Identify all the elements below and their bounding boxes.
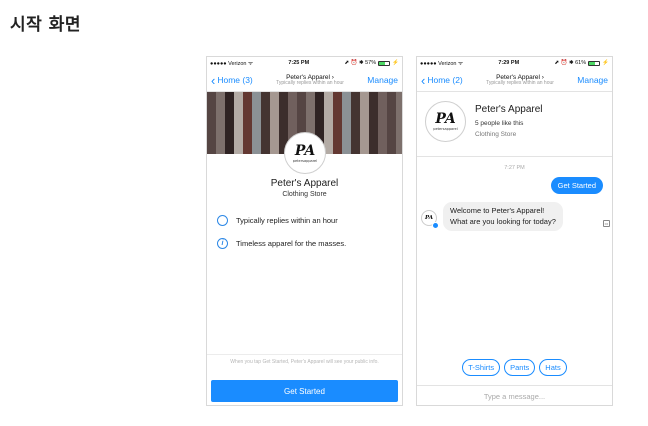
chevron-left-icon: ‹ — [211, 72, 216, 88]
status-time: 7:29 PM — [498, 60, 520, 66]
phone-screen-intro: ●●●●● Verizon ᯤ 7:25 PM ⬈ ⏰ ✱ 57% ⚡ ‹ Ho… — [206, 56, 403, 406]
info-text: Timeless apparel for the masses. — [236, 239, 347, 248]
quick-reply-pants[interactable]: Pants — [504, 359, 536, 376]
quick-reply-hats[interactable]: Hats — [539, 359, 567, 376]
nav-bar: ‹ Home (3) Peter's Apparel › Typically r… — [207, 69, 402, 92]
info-row-response-time: Typically replies within an hour — [217, 215, 338, 226]
carrier-label: ●●●●● Verizon ᯤ — [210, 61, 254, 67]
nav-title-subtitle: Typically replies within an hour — [486, 79, 554, 86]
info-row-about: i Timeless apparel for the masses. — [217, 238, 346, 249]
message-timestamp: 7:27 PM — [504, 165, 525, 171]
cover-shirt — [333, 92, 342, 154]
brand-logo: PA petersapparel — [284, 132, 326, 174]
cover-shirt — [378, 92, 387, 154]
battery-icon — [378, 60, 391, 66]
chevron-left-icon: ‹ — [421, 72, 426, 88]
cover-shirt — [387, 92, 396, 154]
nav-title[interactable]: Peter's Apparel › Typically replies with… — [486, 74, 554, 87]
brand-logo-mark: PA — [294, 142, 316, 159]
status-bar: ●●●●● Verizon ᯤ 7:29 PM ⬈ ⏰ ✱ 61% ⚡ — [417, 57, 612, 69]
profile-name: Peter's Apparel — [475, 104, 543, 115]
back-label: Home (3) — [217, 75, 253, 85]
status-extras: ⬈ ⏰ ✱ 57% — [344, 60, 377, 66]
cover-shirt — [270, 92, 279, 154]
cover-shirt — [324, 92, 333, 154]
status-bar: ●●●●● Verizon ᯤ 7:25 PM ⬈ ⏰ ✱ 57% ⚡ — [207, 57, 402, 69]
carrier-label: ●●●●● Verizon ᯤ — [420, 61, 464, 67]
outgoing-message: Get Started — [550, 177, 603, 194]
charging-icon: ⚡ — [602, 60, 609, 66]
cover-shirt — [216, 92, 225, 154]
manage-button[interactable]: Manage — [367, 75, 398, 85]
cover-shirt — [252, 92, 261, 154]
charging-icon: ⚡ — [392, 60, 399, 66]
share-icon[interactable]: ▭ — [603, 220, 610, 227]
cover-shirt — [369, 92, 378, 154]
incoming-line: Welcome to Peter's Apparel! — [450, 206, 545, 215]
brand-category: Clothing Store — [282, 191, 327, 198]
nav-title[interactable]: Peter's Apparel › Typically replies with… — [276, 74, 344, 87]
get-started-button[interactable]: Get Started — [211, 380, 398, 402]
nav-title-subtitle: Typically replies within an hour — [276, 79, 344, 86]
messenger-badge-icon — [432, 222, 439, 229]
message-input[interactable]: Type a message... — [417, 385, 612, 405]
incoming-line: What are you looking for today? — [450, 216, 556, 226]
page-heading: 시작 화면 — [10, 15, 81, 35]
cover-shirt — [225, 92, 234, 154]
info-text: Typically replies within an hour — [236, 216, 338, 225]
status-extras: ⬈ ⏰ ✱ 61% — [554, 60, 587, 66]
manage-button[interactable]: Manage — [577, 75, 608, 85]
cover-shirt — [207, 92, 216, 154]
quick-replies: T-Shirts Pants Hats — [417, 359, 612, 376]
quick-reply-tshirts[interactable]: T-Shirts — [462, 359, 501, 376]
battery-icon — [588, 60, 601, 66]
back-button[interactable]: ‹ Home (3) — [211, 74, 253, 87]
back-button[interactable]: ‹ Home (2) — [421, 74, 463, 87]
phone-screen-conversation: ●●●●● Verizon ᯤ 7:29 PM ⬈ ⏰ ✱ 61% ⚡ ‹ Ho… — [416, 56, 613, 406]
brand-name: Peter's Apparel — [270, 178, 339, 189]
cover-shirt — [351, 92, 360, 154]
cover-shirt — [360, 92, 369, 154]
cover-shirt — [261, 92, 270, 154]
cover-shirt — [243, 92, 252, 154]
page-profile-header[interactable]: PA petersapparel Peter's Apparel 5 peopl… — [417, 92, 612, 157]
cover-shirt — [396, 92, 402, 154]
clock-icon — [217, 215, 228, 226]
profile-category: Clothing Store — [475, 131, 517, 138]
back-label: Home (2) — [427, 75, 463, 85]
cover-shirt — [342, 92, 351, 154]
incoming-message: Welcome to Peter's Apparel! What are you… — [443, 202, 563, 231]
privacy-note: When you tap Get Started, Peter's Appare… — [230, 359, 379, 365]
profile-likes: 5 people like this — [475, 120, 524, 127]
status-time: 7:25 PM — [288, 60, 310, 66]
info-icon: i — [217, 238, 228, 249]
brand-logo-sub: petersapparel — [292, 158, 318, 163]
nav-bar: ‹ Home (2) Peter's Apparel › Typically r… — [417, 69, 612, 92]
brand-logo: PA petersapparel — [425, 101, 466, 142]
brand-logo-sub: petersapparel — [433, 127, 458, 131]
cover-shirt — [234, 92, 243, 154]
divider — [207, 354, 402, 355]
brand-logo-mark: PA — [435, 111, 456, 127]
